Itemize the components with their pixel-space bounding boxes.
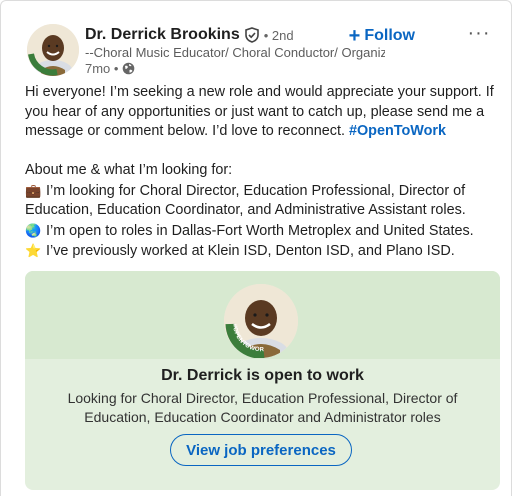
author-photo	[27, 24, 79, 76]
list-item: ⭐ I’ve previously worked at Klein ISD, De…	[25, 243, 455, 259]
globe-icon: 🌏	[25, 222, 42, 238]
open-to-work-description: Looking for Choral Director, Education P…	[67, 390, 458, 425]
follow-button[interactable]: + Follow	[349, 23, 415, 49]
about-heading: About me & what I’m looking for:	[25, 162, 233, 178]
plus-icon: +	[348, 25, 361, 47]
open-to-work-frame: #OPENTOWORK	[224, 284, 265, 358]
verified-shield-icon	[244, 27, 259, 43]
more-dots-icon[interactable]: ···	[465, 22, 493, 46]
star-icon: ⭐	[25, 243, 42, 258]
author-avatar[interactable]	[27, 24, 79, 76]
author-name[interactable]: Dr. Derrick Brookins	[85, 26, 240, 44]
feed-post: Dr. Derrick Brookins • 2nd --Choral Musi…	[0, 0, 512, 496]
open-to-work-badge-text: #OPENTOWORK	[224, 284, 264, 353]
list-item: 💼 I’m looking for Choral Director, Educat…	[25, 182, 466, 219]
post-intro: Hi everyone! I’m seeking a new role and …	[25, 84, 494, 139]
svg-text:#OPENTOWORK: #OPENTOWORK	[224, 284, 265, 353]
post-body: Hi everyone! I’m seeking a new role and …	[25, 83, 495, 262]
open-to-work-avatar: #OPENTOWORK	[224, 284, 298, 358]
open-to-work-card[interactable]: #OPENTOWORK Dr. Derrick is open to work …	[25, 271, 500, 490]
hashtag-link[interactable]: #OpenToWork	[349, 123, 446, 139]
view-job-preferences-button[interactable]: View job preferences	[170, 434, 352, 466]
briefcase-icon: 💼	[25, 182, 42, 198]
globe-icon	[122, 62, 135, 75]
author-headline: --Choral Music Educator/ Choral Conducto…	[85, 45, 385, 60]
post-timestamp: 7mo •	[85, 61, 119, 76]
follow-label: Follow	[364, 27, 415, 44]
list-item: 🌏 I’m open to roles in Dallas-Fort Worth …	[25, 222, 474, 239]
connection-degree: • 2nd	[263, 27, 294, 43]
post-header: Dr. Derrick Brookins • 2nd --Choral Musi…	[27, 22, 497, 80]
open-to-work-title: Dr. Derrick is open to work	[161, 367, 364, 384]
